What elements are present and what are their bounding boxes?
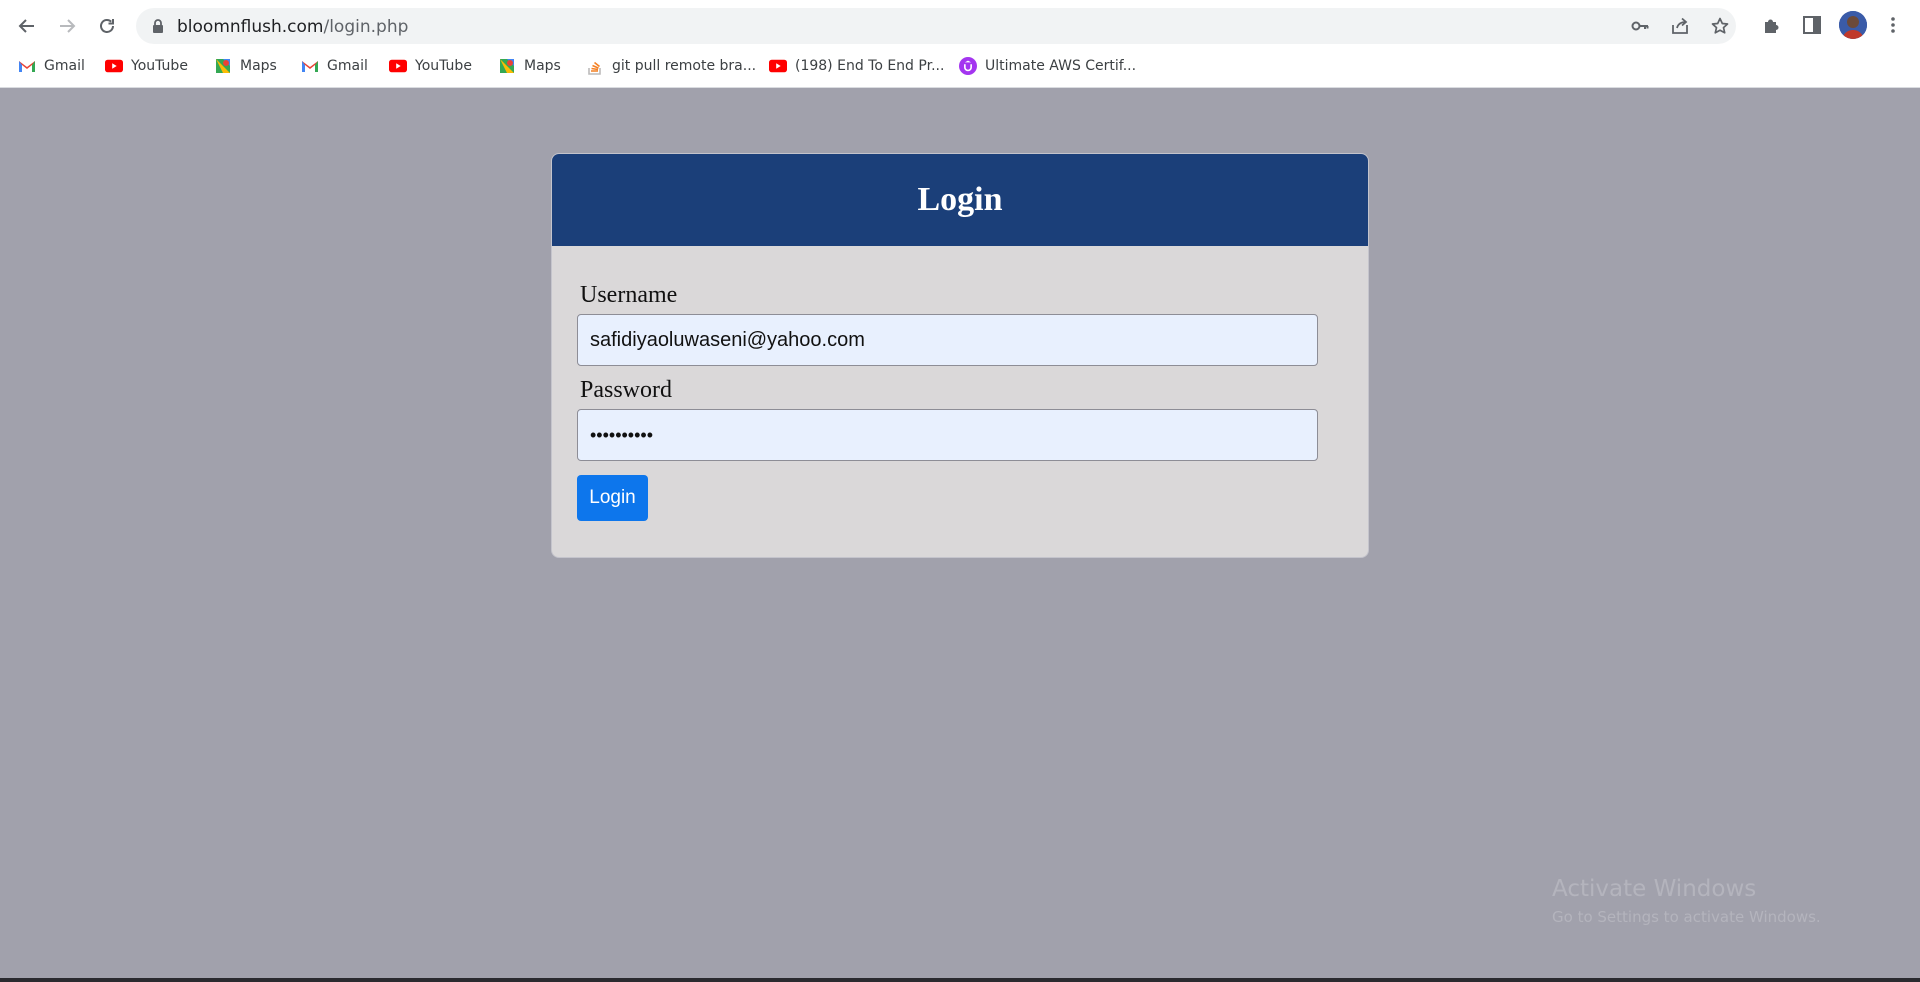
bookmark-label: Maps	[240, 58, 277, 74]
side-panel-icon[interactable]	[1801, 14, 1823, 36]
key-icon[interactable]	[1630, 16, 1650, 36]
bookmark-udemy[interactable]: Ultimate AWS Certif...	[959, 54, 1136, 78]
reload-button[interactable]	[91, 10, 123, 42]
stackoverflow-icon	[586, 57, 604, 75]
bookmark-maps[interactable]: Maps	[214, 54, 277, 78]
watermark-title: Activate Windows	[1552, 876, 1757, 902]
bookmark-gmail[interactable]: Gmail	[18, 54, 85, 78]
bookmark-youtube[interactable]: YouTube	[105, 54, 188, 78]
bookmark-youtube-video[interactable]: (198) End To End Pr...	[769, 54, 944, 78]
lock-icon[interactable]	[150, 18, 166, 34]
back-button[interactable]	[11, 10, 43, 42]
address-bar[interactable]: bloomnflush.com/login.php	[136, 8, 1736, 44]
browser-toolbar: bloomnflush.com/login.php	[0, 0, 1920, 51]
username-label: Username	[580, 282, 678, 308]
youtube-icon	[389, 57, 407, 75]
login-button[interactable]: Login	[577, 475, 648, 521]
share-icon[interactable]	[1670, 16, 1690, 36]
bookmark-label: Maps	[524, 58, 561, 74]
bookmark-youtube[interactable]: YouTube	[389, 54, 472, 78]
login-card: Login Username safidiyaoluwaseni@yahoo.c…	[551, 153, 1369, 558]
star-icon[interactable]	[1710, 16, 1730, 36]
maps-icon	[214, 57, 232, 75]
youtube-icon	[769, 57, 787, 75]
bookmark-label: YouTube	[415, 58, 472, 74]
forward-button[interactable]	[51, 10, 83, 42]
extensions-icon[interactable]	[1761, 14, 1783, 36]
bookmark-label: Ultimate AWS Certif...	[985, 58, 1137, 74]
username-input[interactable]: safidiyaoluwaseni@yahoo.com	[577, 314, 1318, 366]
bookmark-label: Gmail	[44, 58, 85, 74]
back-icon	[18, 19, 34, 33]
url-path: /login.php	[323, 17, 409, 37]
password-input[interactable]: ••••••••••	[577, 409, 1318, 461]
gmail-icon	[18, 57, 36, 75]
bookmark-label: Gmail	[327, 58, 368, 74]
browser-chrome: bloomnflush.com/login.php Gmail YouTube …	[0, 0, 1920, 88]
reload-icon	[100, 19, 114, 33]
url-text[interactable]: bloomnflush.com/login.php	[177, 17, 408, 37]
bookmark-label: git pull remote bra...	[612, 58, 757, 74]
bookmark-label: (198) End To End Pr...	[795, 58, 945, 74]
gmail-icon	[301, 57, 319, 75]
youtube-icon	[105, 57, 123, 75]
maps-icon	[498, 57, 516, 75]
kebab-menu-icon[interactable]	[1882, 14, 1904, 36]
watermark-subtitle: Go to Settings to activate Windows.	[1552, 908, 1821, 926]
udemy-icon	[959, 57, 977, 75]
bookmarks-bar: Gmail YouTube Maps Gmail YouTube Maps gi…	[0, 51, 1920, 88]
bookmark-gmail[interactable]: Gmail	[301, 54, 368, 78]
avatar-image	[1839, 11, 1867, 39]
login-title: Login	[917, 181, 1003, 218]
profile-avatar[interactable]	[1839, 11, 1867, 39]
bottom-edge	[0, 978, 1920, 982]
bookmark-stackoverflow[interactable]: git pull remote bra...	[586, 54, 756, 78]
password-label: Password	[580, 377, 673, 403]
bookmark-label: YouTube	[131, 58, 188, 74]
bookmark-maps[interactable]: Maps	[498, 54, 561, 78]
windows-activation-watermark: Activate Windows Go to Settings to activ…	[1552, 876, 1821, 926]
login-header: Login	[552, 154, 1368, 246]
forward-icon	[60, 19, 76, 33]
url-host: bloomnflush.com	[177, 17, 324, 37]
